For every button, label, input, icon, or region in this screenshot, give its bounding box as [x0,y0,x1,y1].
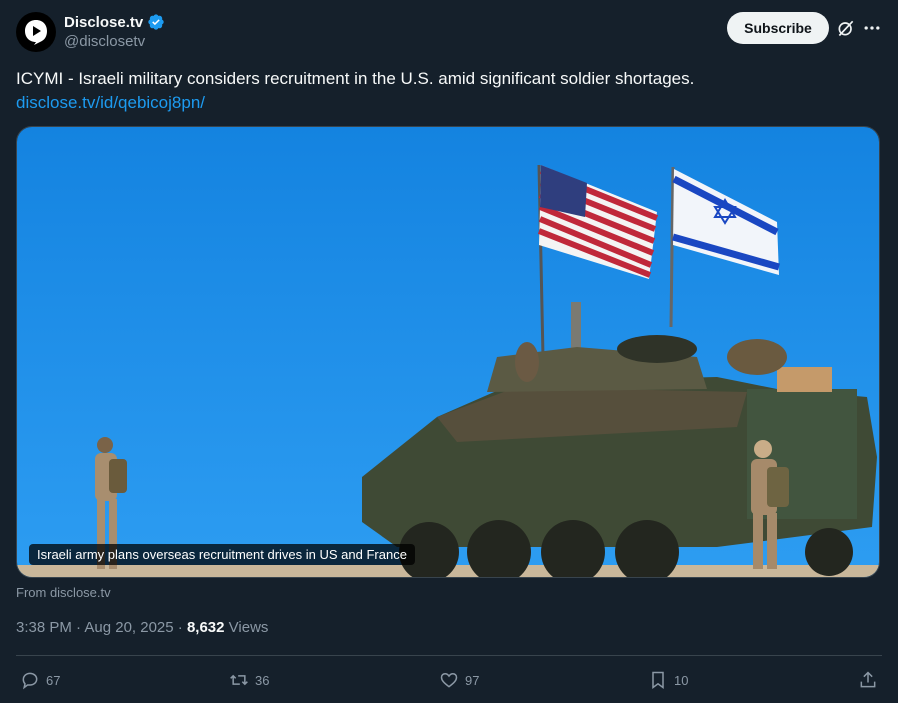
tweet-media[interactable]: Israeli army plans overseas recruitment … [16,126,880,578]
subscribe-button[interactable]: Subscribe [727,12,829,44]
media-caption: Israeli army plans overseas recruitment … [29,544,415,565]
bookmark-count: 10 [674,672,689,688]
tweet-body: ICYMI - Israeli military considers recru… [16,67,876,115]
divider [16,655,882,656]
like-button[interactable]: 97 [439,668,479,692]
more-options-icon[interactable] [862,18,882,38]
media-source[interactable]: From disclose.tv [16,585,111,600]
display-name-text[interactable]: Disclose.tv [64,14,143,31]
repost-icon [230,674,248,686]
reply-button[interactable]: 67 [20,668,60,692]
tweet-text: ICYMI - Israeli military considers recru… [16,69,695,88]
repost-button[interactable]: 36 [229,668,269,692]
heart-icon [440,672,458,688]
disclose-logo-icon [25,20,47,45]
bookmark-button[interactable]: 10 [648,668,688,692]
verified-badge-icon [148,14,164,30]
handle[interactable]: @disclosetv [64,33,145,50]
display-name[interactable]: Disclose.tv [64,13,165,31]
share-button[interactable] [858,668,878,692]
views-label: Views [228,619,269,636]
tweet-meta: 3:38 PM · Aug 20, 2025 · 8,632 Views [16,619,268,636]
repost-count: 36 [255,672,270,688]
grok-icon[interactable] [836,18,856,38]
reply-count: 67 [46,672,61,688]
tweet-link[interactable]: disclose.tv/id/qebicoj8pn/ [16,91,876,115]
reply-icon [22,672,38,690]
bookmark-icon [652,671,664,689]
timestamp[interactable]: 3:38 PM · Aug 20, 2025 · [16,619,187,636]
share-icon [860,671,876,688]
like-count: 97 [465,672,480,688]
media-image [17,127,879,577]
views-count: 8,632 [186,619,225,636]
avatar[interactable] [16,12,56,52]
